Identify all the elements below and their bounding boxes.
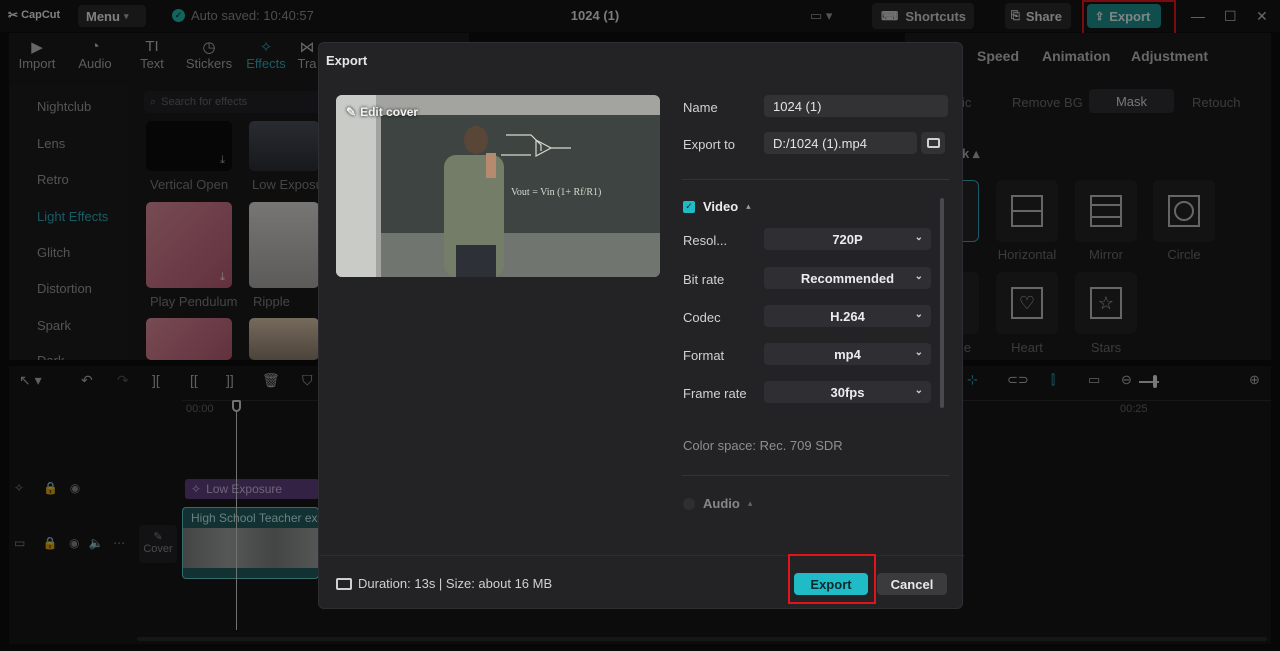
framerate-value: 30fps: [830, 384, 865, 400]
color-space-text: Color space: Rec. 709 SDR: [683, 438, 843, 453]
export-path-input[interactable]: D:/1024 (1).mp4: [764, 132, 917, 154]
chevron-down-icon: ⌄: [914, 347, 923, 358]
resolution-select[interactable]: 720P ⌄: [764, 228, 931, 250]
film-icon: [336, 577, 352, 590]
bitrate-label: Bit rate: [683, 272, 725, 287]
chevron-down-icon: ⌄: [914, 309, 923, 320]
codec-value: H.264: [830, 308, 865, 324]
svg-text:Vout = Vin (1+ Rf/R1): Vout = Vin (1+ Rf/R1): [511, 187, 601, 198]
cancel-button[interactable]: Cancel: [877, 573, 947, 595]
export-dialog: Export Vout = Vin (1+ Rf/R1) ✎ Edit cove…: [318, 42, 964, 609]
video-checkbox[interactable]: ✓: [683, 200, 695, 213]
format-value: mp4: [834, 346, 861, 362]
resolution-value: 720P: [832, 231, 863, 247]
name-label: Name: [683, 100, 718, 115]
format-label: Format: [683, 348, 725, 363]
name-input[interactable]: 1024 (1): [764, 95, 948, 117]
folder-icon: [926, 138, 940, 148]
edit-cover-text: Edit cover: [360, 105, 419, 119]
chevron-down-icon: ⌄: [914, 232, 923, 243]
export-button[interactable]: Export: [794, 573, 868, 595]
audio-checkbox[interactable]: [683, 497, 695, 510]
bitrate-select[interactable]: Recommended ⌄: [764, 267, 931, 289]
divider: [682, 179, 949, 180]
chevron-up-icon: ▴: [747, 498, 753, 508]
edit-cover-label[interactable]: ✎ Edit cover: [346, 105, 418, 119]
chevron-down-icon: ⌄: [914, 385, 923, 396]
resolution-label: Resol...: [683, 233, 728, 248]
video-section-toggle[interactable]: ✓ Video ▴: [683, 199, 751, 214]
codec-label: Codec: [683, 310, 721, 325]
codec-select[interactable]: H.264 ⌄: [764, 305, 931, 327]
divider: [682, 475, 949, 476]
audio-section-label: Audio: [703, 496, 740, 511]
video-section-label: Video: [703, 199, 739, 214]
cover-image: Vout = Vin (1+ Rf/R1): [336, 95, 660, 277]
folder-button[interactable]: [921, 132, 945, 154]
framerate-label: Frame rate: [683, 386, 747, 401]
export-to-label: Export to: [683, 137, 736, 152]
audio-section-toggle[interactable]: Audio ▴: [683, 496, 752, 511]
cover-preview[interactable]: Vout = Vin (1+ Rf/R1) ✎ Edit cover: [336, 95, 660, 277]
edit-icon: ✎: [346, 105, 357, 119]
format-select[interactable]: mp4 ⌄: [764, 343, 931, 365]
bitrate-value: Recommended: [800, 270, 895, 286]
footer-info: Duration: 13s | Size: about 16 MB: [336, 576, 552, 591]
footer-info-text: Duration: 13s | Size: about 16 MB: [358, 576, 553, 591]
chevron-down-icon: ⌄: [914, 271, 923, 282]
chevron-up-icon: ▴: [746, 201, 751, 211]
framerate-select[interactable]: 30fps ⌄: [764, 381, 931, 403]
dialog-title: Export: [326, 53, 368, 68]
settings-scrollbar[interactable]: [940, 198, 944, 408]
